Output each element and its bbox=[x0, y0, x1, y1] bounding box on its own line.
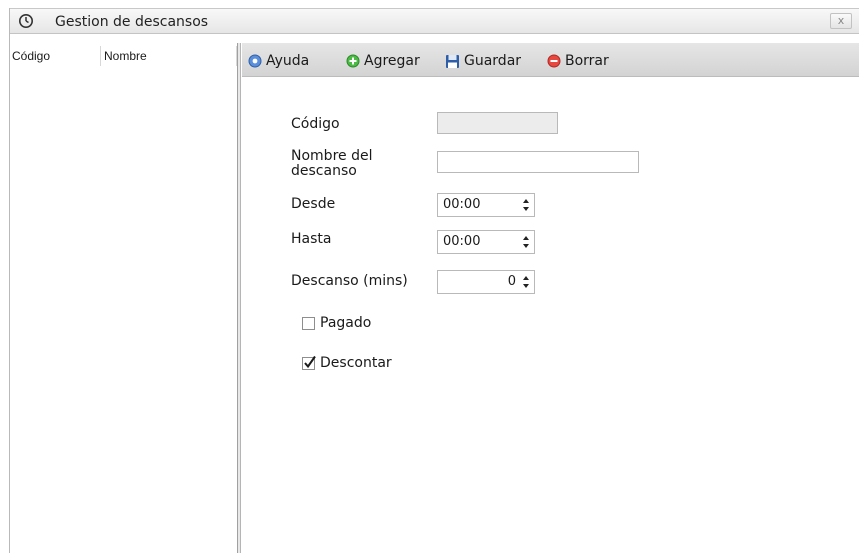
hasta-label: Hasta bbox=[291, 231, 332, 247]
title-bar: Gestion de descansos x bbox=[10, 8, 859, 34]
descontar-checkbox-row[interactable]: Descontar bbox=[302, 355, 392, 371]
hasta-time-input[interactable]: 00:00 bbox=[437, 230, 535, 254]
clock-icon bbox=[19, 14, 33, 28]
descontar-label: Descontar bbox=[320, 355, 392, 371]
codigo-field bbox=[437, 112, 558, 134]
break-form: Código Nombre del descanso Desde 00:00 H… bbox=[242, 77, 859, 553]
save-label: Guardar bbox=[464, 53, 522, 69]
spin-arrows-icon[interactable] bbox=[522, 274, 530, 290]
floppy-disk-icon bbox=[446, 54, 459, 68]
pagado-checkbox-row[interactable]: Pagado bbox=[302, 315, 371, 331]
desde-value: 00:00 bbox=[443, 197, 481, 212]
breaks-window: Gestion de descansos x Código Nombre Ayu… bbox=[9, 8, 859, 553]
nombre-field[interactable] bbox=[437, 151, 639, 173]
delete-label: Borrar bbox=[565, 53, 609, 69]
column-header-nombre[interactable]: Nombre bbox=[104, 49, 147, 63]
delete-button[interactable]: Borrar bbox=[547, 52, 609, 70]
descontar-checkbox[interactable] bbox=[302, 355, 316, 370]
column-divider[interactable] bbox=[100, 46, 101, 66]
panel-splitter[interactable] bbox=[238, 43, 241, 553]
breaks-list-panel[interactable]: Código Nombre bbox=[10, 43, 238, 553]
pagado-label: Pagado bbox=[320, 315, 372, 331]
desde-label: Desde bbox=[291, 196, 336, 212]
list-header: Código Nombre bbox=[10, 46, 237, 66]
help-icon bbox=[248, 54, 262, 68]
codigo-label: Código bbox=[291, 116, 340, 132]
help-button[interactable]: Ayuda bbox=[248, 52, 309, 70]
column-divider[interactable] bbox=[236, 46, 237, 66]
descanso-value: 0 bbox=[507, 274, 516, 289]
toolbar: Ayuda Agregar Guardar Borrar bbox=[242, 43, 859, 77]
add-icon bbox=[346, 54, 360, 68]
descanso-minutes-input[interactable]: 0 bbox=[437, 270, 535, 294]
spin-arrows-icon[interactable] bbox=[522, 234, 530, 250]
desde-time-input[interactable]: 00:00 bbox=[437, 193, 535, 217]
nombre-label-line-2: descanso bbox=[291, 163, 357, 179]
window-title: Gestion de descansos bbox=[55, 14, 209, 30]
column-header-codigo[interactable]: Código bbox=[12, 49, 50, 63]
add-label: Agregar bbox=[364, 53, 420, 69]
checkmark-icon bbox=[304, 355, 316, 368]
add-button[interactable]: Agregar bbox=[346, 52, 420, 70]
save-button[interactable]: Guardar bbox=[445, 52, 521, 70]
delete-icon bbox=[547, 54, 561, 68]
pagado-checkbox[interactable] bbox=[302, 316, 315, 330]
close-button[interactable]: x bbox=[830, 13, 852, 29]
help-label: Ayuda bbox=[266, 53, 310, 69]
hasta-value: 00:00 bbox=[443, 234, 481, 249]
nombre-label-line-1: Nombre del bbox=[291, 148, 373, 164]
spin-arrows-icon[interactable] bbox=[522, 197, 530, 213]
descanso-label: Descanso (mins) bbox=[291, 273, 408, 289]
